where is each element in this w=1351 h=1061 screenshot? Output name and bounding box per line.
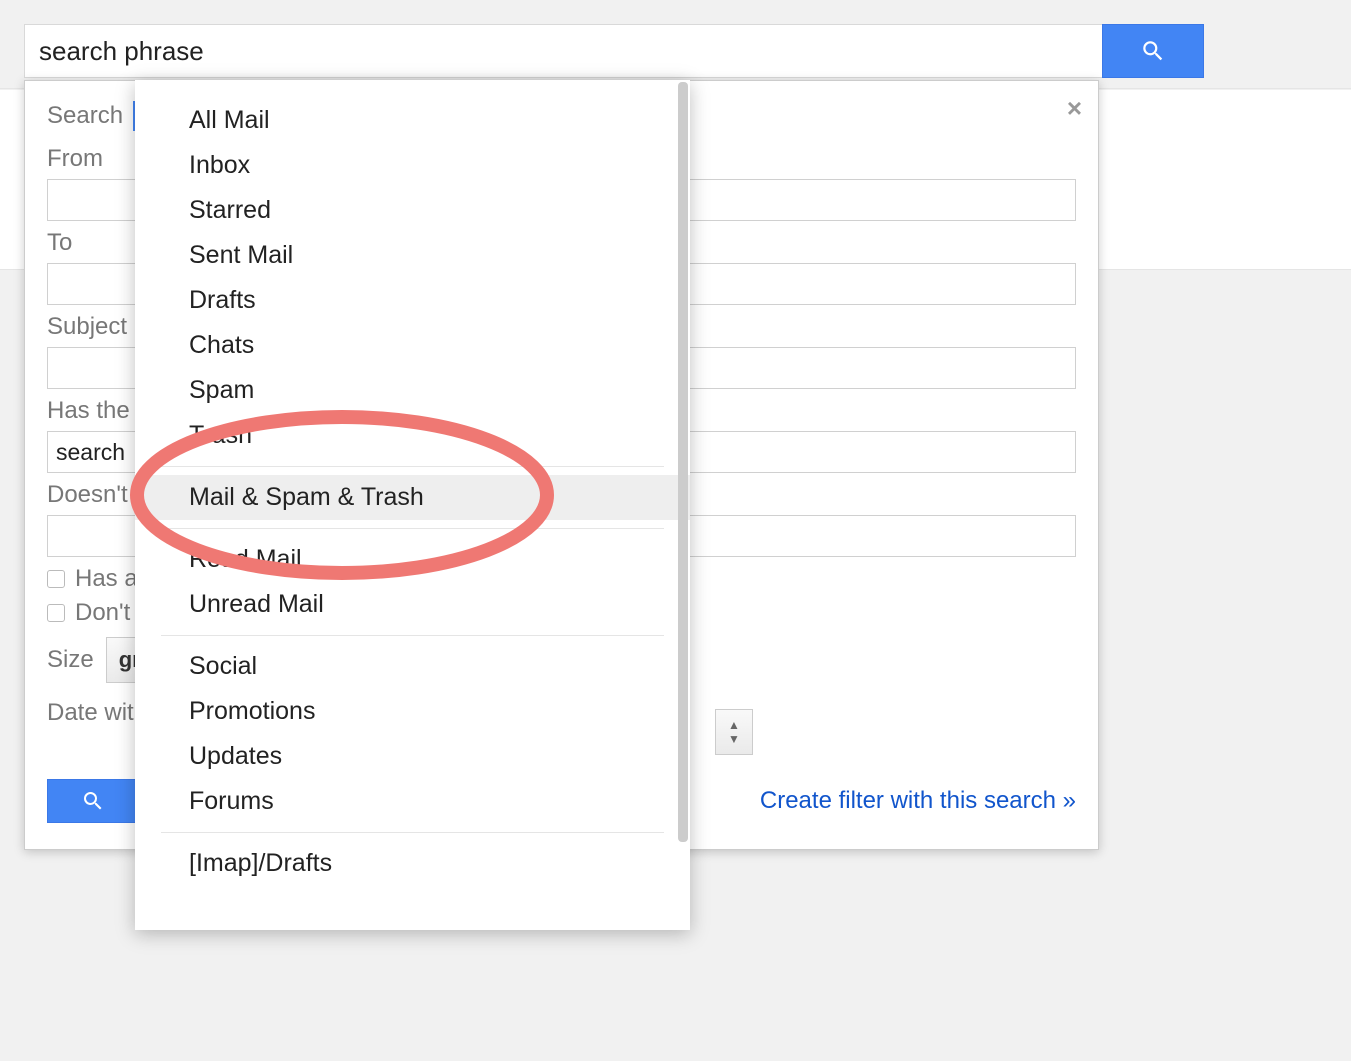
panel-search-button[interactable] (47, 779, 139, 823)
dropdown-option-sent-mail[interactable]: Sent Mail (135, 233, 690, 278)
chevron-down-icon: ▼ (728, 733, 740, 745)
search-bar-area (0, 0, 1351, 89)
dropdown-option-all-mail[interactable]: All Mail (135, 98, 690, 143)
search-scope-dropdown: All Mail Inbox Starred Sent Mail Drafts … (135, 80, 690, 930)
size-label: Size (47, 646, 94, 674)
dropdown-option-starred[interactable]: Starred (135, 188, 690, 233)
chevron-up-icon: ▲ (728, 719, 740, 731)
dropdown-option-read-mail[interactable]: Read Mail (135, 537, 690, 582)
size-unit-stepper[interactable]: ▲ ▼ (715, 709, 753, 755)
search-icon (1140, 38, 1166, 64)
dont-include-checkbox[interactable] (47, 604, 65, 622)
dropdown-option-trash[interactable]: Trash (135, 413, 690, 458)
dropdown-option-drafts[interactable]: Drafts (135, 278, 690, 323)
dropdown-option-chats[interactable]: Chats (135, 323, 690, 368)
dropdown-separator (161, 635, 664, 636)
dropdown-option-social[interactable]: Social (135, 644, 690, 689)
dropdown-option-unread-mail[interactable]: Unread Mail (135, 582, 690, 627)
close-icon[interactable]: × (1067, 95, 1082, 121)
dropdown-option-inbox[interactable]: Inbox (135, 143, 690, 188)
dropdown-scrollbar[interactable] (678, 82, 688, 842)
dropdown-option-spam[interactable]: Spam (135, 368, 690, 413)
dropdown-option-forums[interactable]: Forums (135, 779, 690, 824)
has-attachment-checkbox[interactable] (47, 570, 65, 588)
dont-include-label: Don't (75, 599, 130, 627)
dropdown-list: All Mail Inbox Starred Sent Mail Drafts … (135, 80, 690, 886)
dropdown-separator (161, 832, 664, 833)
dropdown-option-updates[interactable]: Updates (135, 734, 690, 779)
create-filter-link[interactable]: Create filter with this search » (760, 787, 1076, 815)
dropdown-option-mail-spam-trash[interactable]: Mail & Spam & Trash (135, 475, 690, 520)
dropdown-separator (161, 466, 664, 467)
search-scope-label: Search (47, 102, 123, 130)
search-input[interactable] (24, 24, 1102, 78)
search-icon (81, 789, 105, 813)
has-attachment-label: Has a (75, 565, 138, 593)
search-wrap (24, 24, 1204, 78)
dropdown-separator (161, 528, 664, 529)
search-button[interactable] (1102, 24, 1204, 78)
dropdown-option-imap-drafts[interactable]: [Imap]/Drafts (135, 841, 690, 886)
dropdown-option-promotions[interactable]: Promotions (135, 689, 690, 734)
